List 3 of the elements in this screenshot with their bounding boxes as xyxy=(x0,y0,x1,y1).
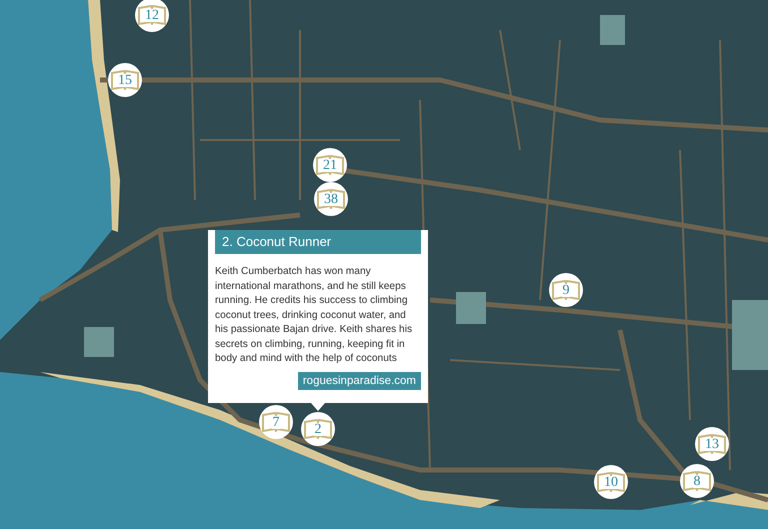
website-link[interactable]: roguesinparadise.com xyxy=(298,372,421,390)
popup-title: 2. Coconut Runner xyxy=(215,230,421,254)
popup-text: Keith Cumberbatch has won many international marathons, and he still keeps running. He credits his success to climbing coconut trees, drinking coconut water, and his passionate Bajan drive. Keith shares his secrets on climbing, running, keeping fit in body and mind with the help of coconuts xyxy=(215,265,414,366)
